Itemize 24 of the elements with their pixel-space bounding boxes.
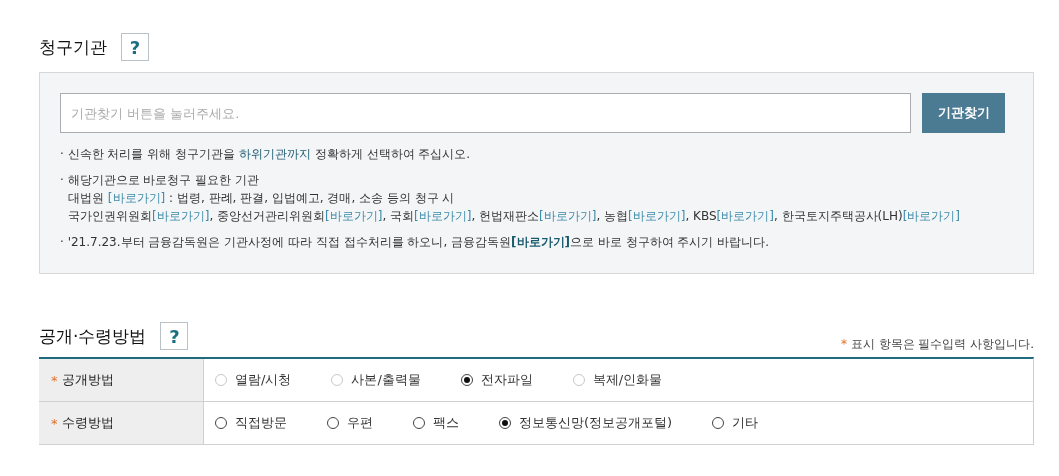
section-title: 공개·수령방법	[39, 324, 147, 348]
note-text: · 신속한 처리를 위해 청구기관을 하위기관까지 정확하게 선택하여 주십시오.	[60, 146, 472, 163]
find-agency-button[interactable]: 기관찾기	[922, 93, 1005, 133]
radio-option[interactable]: 정보통신망(정보공개포털)	[499, 414, 673, 432]
radio-option[interactable]: 전자파일	[460, 371, 533, 389]
note-text: 국가인권위원회[바로가기], 중앙선거관리위원회[바로가기], 국회[바로가기], 헌법재판소[바로가기], 농협[바로가기], KBS[바로가기], 한국토지주택공사(LH)[바로가기]	[67, 208, 962, 225]
row-label: * 공개방법	[39, 359, 204, 401]
help-button[interactable]: ?	[121, 33, 149, 61]
search-field[interactable]: 기관찾기 버튼을 눌러주세요.	[60, 93, 911, 133]
section-title: 청구기관	[39, 35, 107, 59]
radio-option[interactable]: 팩스	[413, 414, 459, 432]
radio-option[interactable]: 기타	[712, 414, 759, 432]
radio-option[interactable]: 직접방문	[215, 414, 287, 432]
note-text: · 해당기관으로 바로청구 필요한 기관	[60, 172, 261, 189]
shortcut-link[interactable]: [바로가기]	[511, 235, 571, 249]
note-text: 대법원 [바로가기] : 법령, 판례, 판결, 입법예고, 경매, 소송 등의 청구 시	[67, 190, 456, 207]
row-label: * 수령방법	[39, 402, 204, 444]
shortcut-link[interactable]: [바로가기]	[902, 209, 961, 223]
radio-option[interactable]: 우편	[327, 414, 373, 432]
shortcut-link[interactable]: [바로가기]	[107, 191, 166, 205]
required-note: * 표시 항목은 필수입력 사항입니다.	[840, 336, 1034, 353]
help-button[interactable]: ?	[160, 322, 189, 350]
note-text: · '21.7.23.부터 금융감독원은 기관사정에 따라 직접 접수처리를 하오니, 금융감독원[바로가기]으로 바로 청구하여 주시기 바랍니다.	[60, 234, 771, 251]
shortcut-link[interactable]: [바로가기]	[716, 209, 774, 223]
